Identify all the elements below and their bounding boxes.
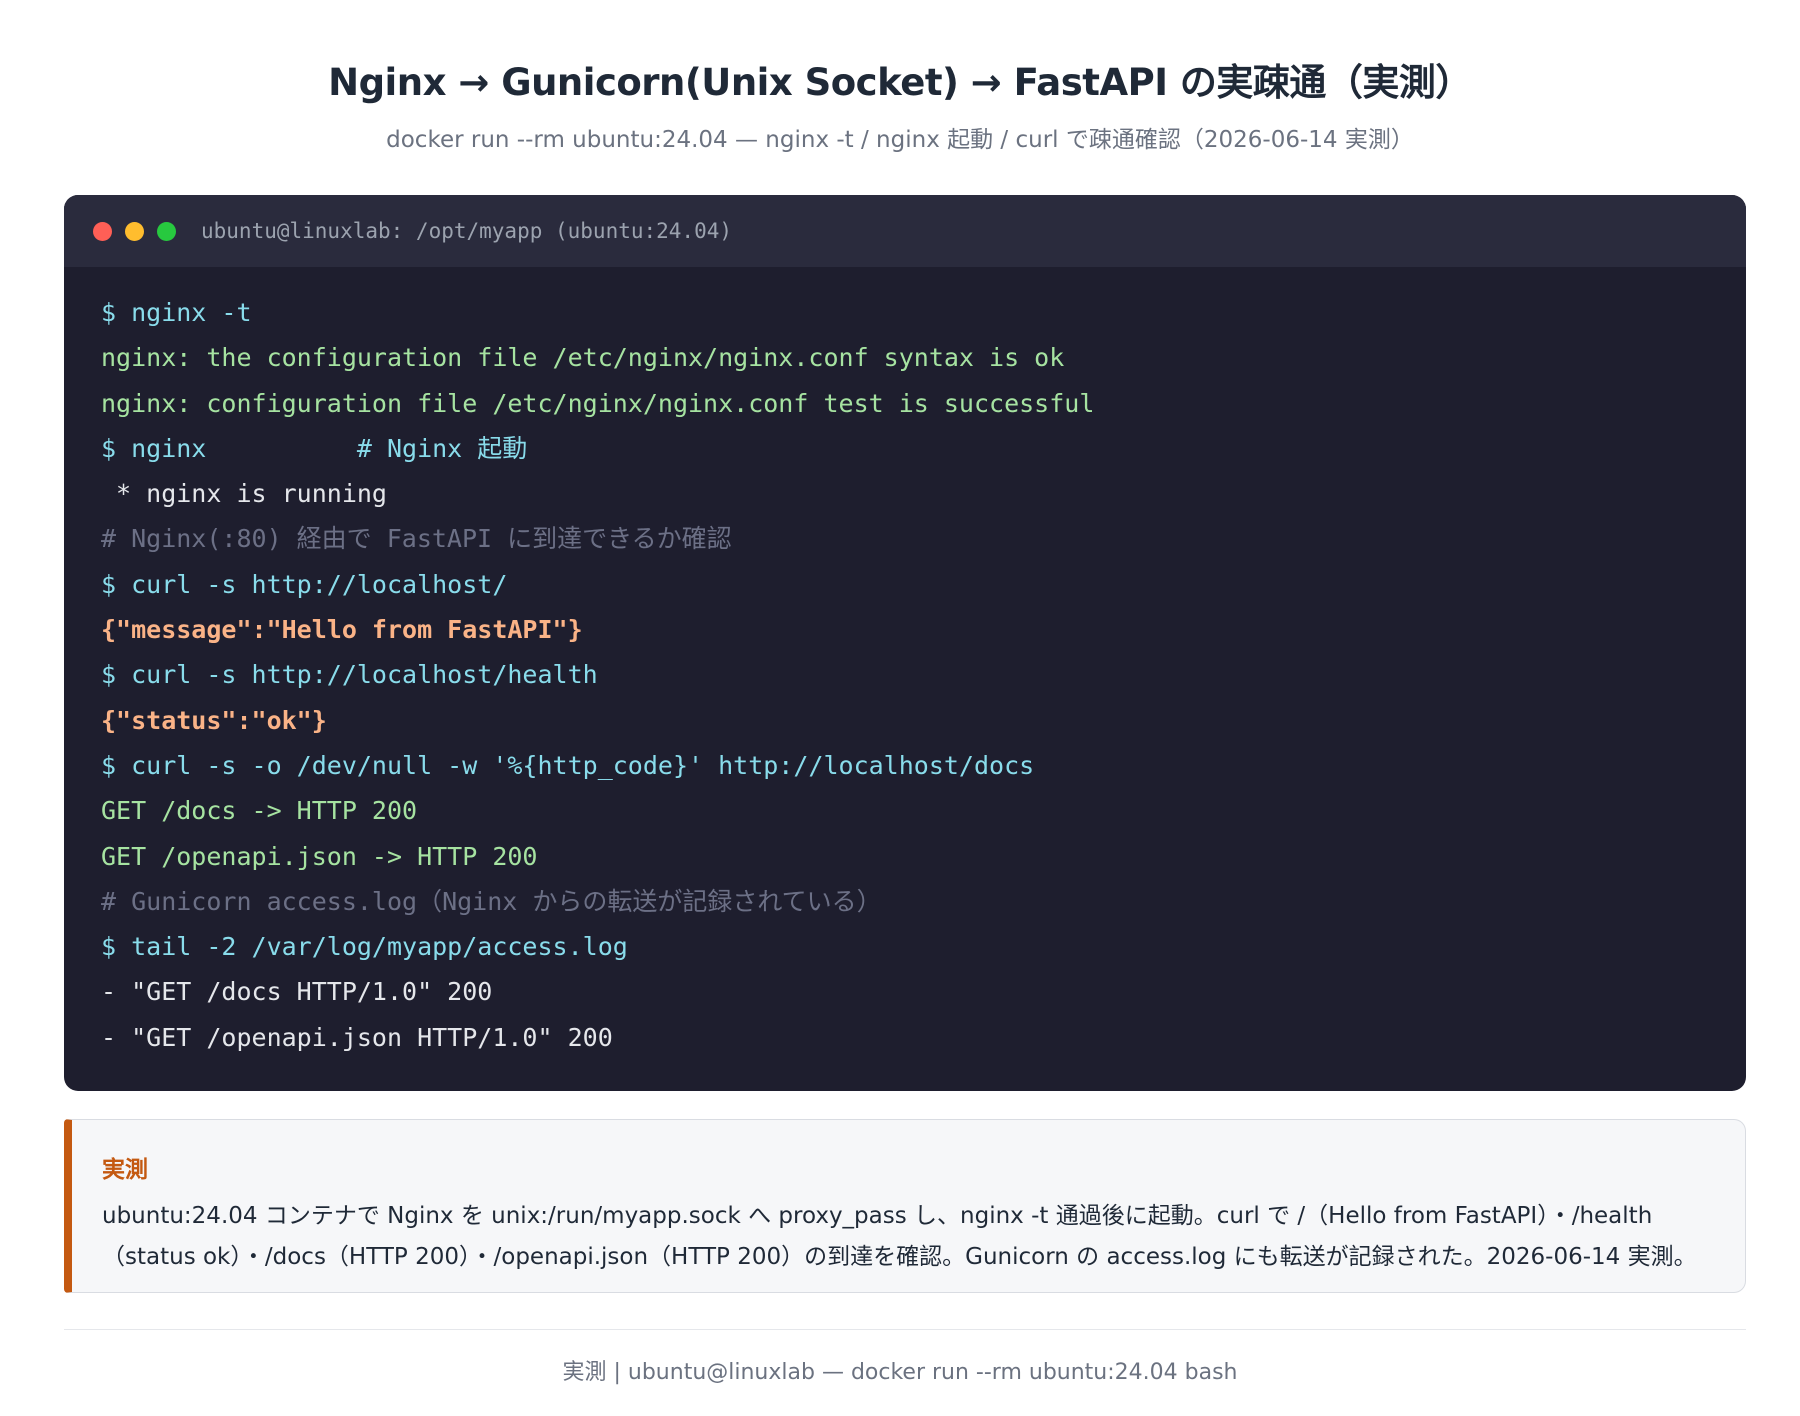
terminal-output[interactable]: $ nginx -t nginx: the configuration file … xyxy=(101,290,1726,1060)
close-window-dot-icon[interactable] xyxy=(93,222,112,241)
terminal-line-out-white: * nginx is running xyxy=(101,479,387,509)
terminal-line-cmd: $ nginx # Nginx 起動 xyxy=(101,433,528,463)
note-body: ubuntu:24.04 コンテナで Nginx を unix:/run/mya… xyxy=(102,1203,1697,1270)
footer-text: 実測 | ubuntu@linuxlab — docker run --rm u… xyxy=(562,1360,1238,1385)
page-subtitle: docker run --rm ubuntu:24.04 — nginx -t … xyxy=(386,127,1414,153)
terminal-line-comment: # Nginx(:80) 経由で FastAPI に到達できるか確認 xyxy=(101,524,732,554)
maximize-window-dot-icon[interactable] xyxy=(157,222,176,241)
terminal-line-cmd: $ curl -s -o /dev/null -w '%{http_code}'… xyxy=(101,750,1035,780)
minimize-window-dot-icon[interactable] xyxy=(125,222,144,241)
terminal-title: ubuntu@linuxlab: /opt/myapp (ubuntu:24.0… xyxy=(201,219,733,243)
terminal-titlebar: ubuntu@linuxlab: /opt/myapp (ubuntu:24.0… xyxy=(64,195,1746,267)
terminal-line-cmd: $ nginx -t xyxy=(101,298,252,327)
terminal-line-cmd: $ curl -s http://localhost/ xyxy=(101,569,508,599)
footer-divider xyxy=(64,1329,1746,1330)
page: Nginx → Gunicorn(Unix Socket) → FastAPI … xyxy=(0,0,1800,1416)
page-title: Nginx → Gunicorn(Unix Socket) → FastAPI … xyxy=(328,61,1472,104)
terminal-window: ubuntu@linuxlab: /opt/myapp (ubuntu:24.0… xyxy=(64,195,1746,1091)
terminal-line-out-green: GET /openapi.json -> HTTP 200 xyxy=(101,841,538,871)
terminal-line-cmd: $ curl -s http://localhost/health xyxy=(101,660,598,690)
note-callout: 実測 ubuntu:24.04 コンテナで Nginx を unix:/run/… xyxy=(64,1119,1746,1293)
terminal-line-json: {"message":"Hello from FastAPI"} xyxy=(101,615,583,645)
terminal-line-out-white: - "GET /openapi.json HTTP/1.0" 200 xyxy=(101,1022,613,1052)
terminal-line-out-green: nginx: the configuration file /etc/nginx… xyxy=(101,343,1065,373)
terminal-line-json: {"status":"ok"} xyxy=(101,705,327,735)
terminal-line-out-green: nginx: configuration file /etc/nginx/ngi… xyxy=(101,388,1095,418)
terminal-line-out-white: - "GET /docs HTTP/1.0" 200 xyxy=(101,977,493,1007)
terminal-line-comment: # Gunicorn access.log（Nginx からの転送が記録されてい… xyxy=(101,886,882,916)
terminal-line-cmd: $ tail -2 /var/log/myapp/access.log xyxy=(101,932,628,962)
note-title: 実測 xyxy=(102,1157,148,1183)
terminal-line-out-green: GET /docs -> HTTP 200 xyxy=(101,796,418,826)
